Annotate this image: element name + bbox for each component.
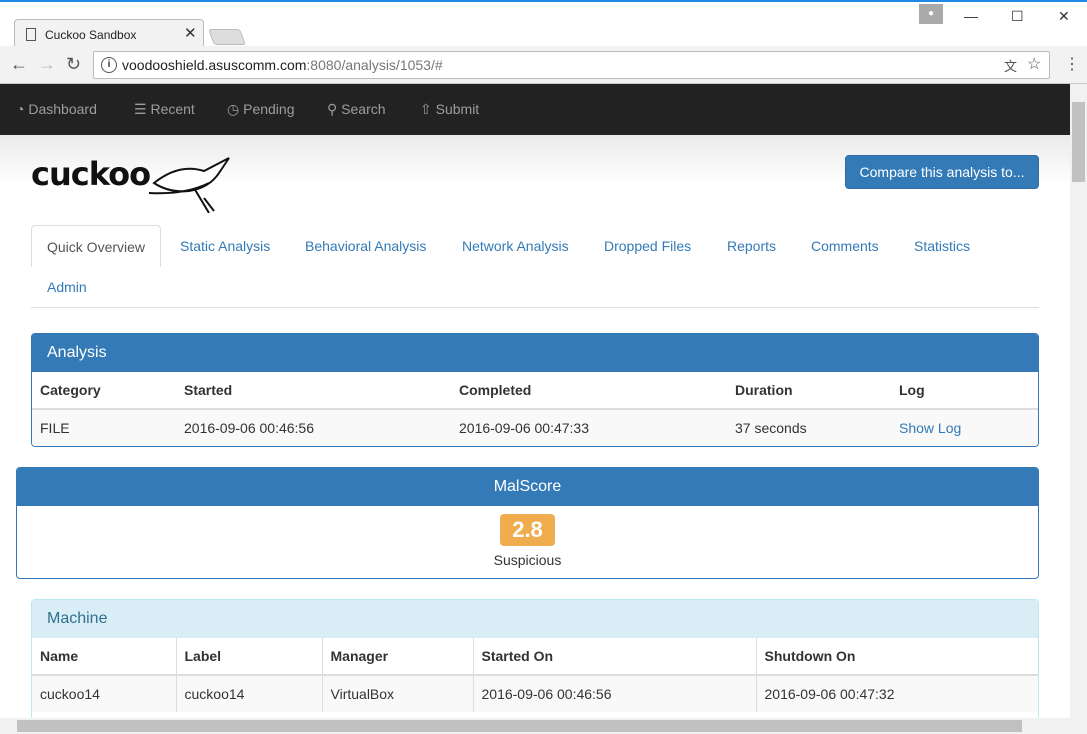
cuckoo-logo[interactable]: cuckoo bbox=[31, 155, 230, 213]
browser-tab-title: Cuckoo Sandbox bbox=[45, 28, 137, 42]
col-duration: Duration bbox=[727, 372, 891, 410]
machine-table: Name Label Manager Started On Shutdown On cu… bbox=[32, 638, 1038, 712]
translate-icon[interactable]: 文 bbox=[1004, 56, 1017, 75]
category-cell: FILE bbox=[32, 409, 176, 446]
nav-search[interactable]: ⚲ Search bbox=[327, 101, 386, 118]
col-name: Name bbox=[32, 638, 177, 676]
page-content: cuckoo Compare this analysis to... Quick… bbox=[0, 135, 1070, 718]
analysis-table: Category Started Completed Duration Log FILE… bbox=[32, 372, 1038, 446]
clock-icon: ◷ bbox=[227, 101, 240, 117]
tab-admin[interactable]: Admin bbox=[32, 266, 102, 308]
maximize-icon[interactable]: ☐ bbox=[1011, 8, 1024, 25]
analysis-panel-title: Analysis bbox=[32, 334, 1038, 372]
col-category: Category bbox=[32, 372, 176, 410]
started-on-cell: 2016-09-06 00:46:56 bbox=[473, 675, 757, 712]
duration-cell: 37 seconds bbox=[727, 409, 891, 446]
label-cell: cuckoo14 bbox=[176, 675, 323, 712]
manager-cell: VirtualBox bbox=[322, 675, 474, 712]
table-row: FILE 2016-09-06 00:46:56 2016-09-06 00:47:… bbox=[32, 409, 1038, 446]
completed-cell: 2016-09-06 00:47:33 bbox=[451, 409, 727, 446]
new-tab-button[interactable] bbox=[208, 29, 246, 45]
compare-analysis-button[interactable]: Compare this analysis to... bbox=[845, 155, 1039, 189]
browser-toolbar: ← → ↻ i voodooshield.asuscomm.com:8080/a… bbox=[0, 46, 1087, 84]
user-icon[interactable]: ● bbox=[919, 4, 943, 24]
tab-strip: Cuckoo Sandbox ✕ ● — ☐ ✕ bbox=[0, 2, 1087, 49]
started-cell: 2016-09-06 00:46:56 bbox=[176, 409, 451, 446]
nav-dashboard[interactable]: ◔ Dashboard bbox=[16, 101, 97, 117]
url-host: voodooshield.asuscomm.com bbox=[122, 57, 307, 73]
address-bar[interactable]: i voodooshield.asuscomm.com:8080/analysi… bbox=[93, 51, 1050, 79]
malscore-title: MalScore bbox=[17, 468, 1038, 506]
machine-panel: Machine Name Label Manager Started On Shutdo… bbox=[31, 599, 1039, 718]
url-path: :8080/analysis/1053/# bbox=[306, 57, 443, 73]
tab-behavioral-analysis[interactable]: Behavioral Analysis bbox=[290, 225, 441, 267]
col-log: Log bbox=[891, 372, 1038, 410]
malscore-verdict: Suspicious bbox=[493, 552, 562, 568]
malscore-panel: MalScore 2.8 Suspicious bbox=[16, 467, 1039, 579]
horizontal-scroll-thumb[interactable] bbox=[17, 720, 1022, 732]
back-icon[interactable]: ← bbox=[10, 54, 28, 75]
machine-panel-title: Machine bbox=[32, 600, 1038, 638]
tab-quick-overview[interactable]: Quick Overview bbox=[31, 225, 162, 267]
name-cell: cuckoo14 bbox=[32, 675, 177, 712]
nav-submit[interactable]: ⇧ Submit bbox=[420, 101, 479, 118]
col-shutdown-on: Shutdown On bbox=[756, 638, 1038, 676]
star-icon[interactable]: ☆ bbox=[1027, 54, 1041, 74]
bird-icon bbox=[149, 157, 230, 213]
vertical-scroll-thumb[interactable] bbox=[1072, 102, 1085, 182]
shutdown-on-cell: 2016-09-06 00:47:32 bbox=[756, 675, 1038, 712]
vertical-scrollbar[interactable] bbox=[1070, 84, 1087, 718]
close-tab-icon[interactable]: ✕ bbox=[184, 24, 197, 42]
col-completed: Completed bbox=[451, 372, 727, 410]
tab-dropped-files[interactable]: Dropped Files bbox=[589, 225, 706, 267]
col-started: Started bbox=[176, 372, 451, 410]
tab-statistics[interactable]: Statistics bbox=[899, 225, 985, 267]
malscore-badge: 2.8 bbox=[500, 514, 555, 546]
menu-icon[interactable]: ⋮ bbox=[1064, 54, 1080, 74]
top-navbar: ◔ Dashboard ☰ Recent ◷ Pending ⚲ Search … bbox=[0, 84, 1070, 135]
show-log-link[interactable]: Show Log bbox=[899, 420, 961, 436]
tab-network-analysis[interactable]: Network Analysis bbox=[447, 225, 584, 267]
document-icon bbox=[26, 28, 36, 41]
forward-icon[interactable]: → bbox=[38, 54, 56, 75]
nav-pending[interactable]: ◷ Pending bbox=[227, 101, 295, 118]
col-started-on: Started On bbox=[473, 638, 757, 676]
close-window-icon[interactable]: ✕ bbox=[1058, 8, 1070, 25]
table-row: cuckoo14 cuckoo14 VirtualBox 2016-09-06 00:… bbox=[32, 675, 1038, 712]
tab-comments[interactable]: Comments bbox=[796, 225, 894, 267]
info-icon[interactable]: i bbox=[101, 57, 117, 73]
upload-icon: ⇧ bbox=[420, 101, 432, 117]
col-manager: Manager bbox=[322, 638, 474, 676]
list-icon: ☰ bbox=[134, 101, 147, 117]
dashboard-icon: ◔ bbox=[16, 101, 25, 117]
search-icon: ⚲ bbox=[327, 101, 338, 117]
reload-icon[interactable]: ↻ bbox=[66, 54, 81, 75]
horizontal-scrollbar[interactable] bbox=[0, 718, 1087, 734]
tab-reports[interactable]: Reports bbox=[712, 225, 791, 267]
tab-static-analysis[interactable]: Static Analysis bbox=[165, 225, 285, 267]
analysis-panel: Analysis Category Started Completed Duratio… bbox=[31, 333, 1039, 447]
minimize-icon[interactable]: — bbox=[964, 8, 978, 24]
col-label: Label bbox=[176, 638, 323, 676]
nav-recent[interactable]: ☰ Recent bbox=[134, 101, 195, 118]
analysis-tabs: Quick Overview Static Analysis Behaviora… bbox=[31, 225, 1039, 308]
